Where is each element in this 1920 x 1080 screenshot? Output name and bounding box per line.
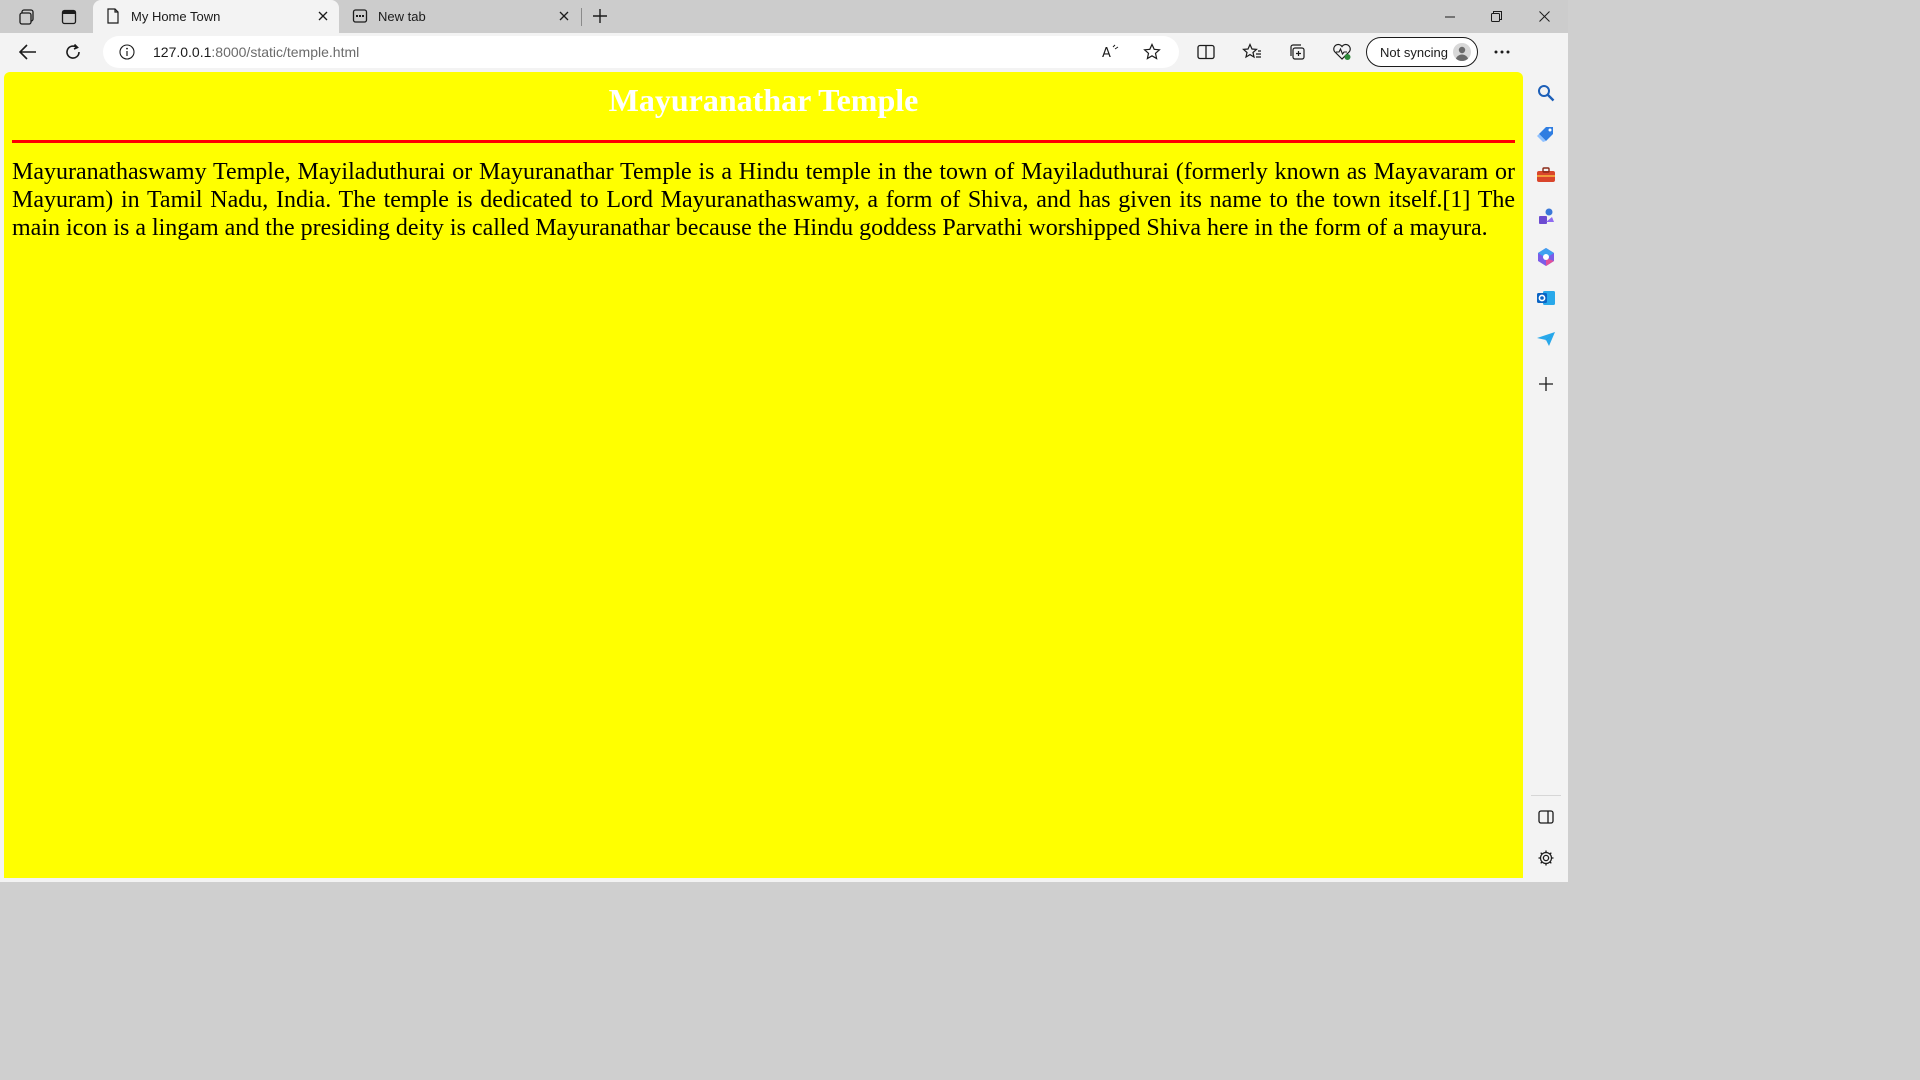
collections-icon[interactable] (1282, 37, 1312, 67)
workspaces-icon[interactable] (12, 3, 42, 30)
avatar-icon (1453, 43, 1471, 61)
profile-sync-button[interactable]: Not syncing (1366, 37, 1478, 67)
close-tab-icon[interactable] (556, 8, 572, 24)
tab-my-home-town[interactable]: My Home Town (93, 0, 339, 33)
new-tab-page-icon (352, 8, 368, 24)
page-title: Mayuranathar Temple (608, 82, 919, 118)
toolbar: 127.0.0.1:8000/static/temple.html A Not … (0, 33, 1568, 71)
tab-title: New tab (378, 9, 426, 24)
close-window-button[interactable] (1521, 0, 1567, 33)
minimize-button[interactable] (1427, 0, 1473, 33)
svg-text:A: A (1102, 46, 1111, 60)
close-tab-icon[interactable] (315, 8, 331, 24)
tools-icon[interactable] (1534, 163, 1558, 187)
refresh-icon[interactable] (58, 37, 88, 67)
send-icon[interactable] (1534, 327, 1558, 351)
tab-title: My Home Town (131, 9, 221, 24)
tab-new-tab[interactable]: New tab (340, 0, 580, 33)
profile-sync-label: Not syncing (1380, 45, 1448, 60)
edge-sidebar (1525, 33, 1568, 882)
read-aloud-icon[interactable]: A (1101, 42, 1121, 62)
sidebar-divider (1531, 795, 1561, 796)
page-viewport: Mayuranathar Temple Mayuranathaswamy Tem… (4, 72, 1523, 878)
url-path: :8000/static/temple.html (211, 44, 360, 60)
settings-icon[interactable] (1534, 846, 1558, 870)
page-icon (105, 8, 121, 24)
new-tab-button[interactable] (588, 4, 612, 28)
browser-essentials-icon[interactable] (1327, 37, 1357, 67)
back-icon[interactable] (13, 37, 43, 67)
add-icon[interactable] (1534, 372, 1558, 396)
favorite-star-icon[interactable] (1142, 42, 1162, 62)
tab-strip: My Home Town New tab (0, 0, 1568, 33)
split-screen-icon[interactable] (1191, 37, 1221, 67)
more-menu-icon[interactable] (1487, 37, 1517, 67)
url-host: 127.0.0.1 (153, 44, 212, 60)
vertical-tabs-icon[interactable] (54, 3, 84, 30)
restore-button[interactable] (1473, 0, 1519, 33)
shopping-icon[interactable] (1534, 122, 1558, 146)
info-icon[interactable] (119, 44, 135, 60)
address-bar[interactable]: 127.0.0.1:8000/static/temple.html A (103, 36, 1179, 68)
games-icon[interactable] (1534, 204, 1558, 228)
temple-description: Mayuranathaswamy Temple, Mayiladuthurai … (12, 159, 1515, 241)
url-text[interactable]: 127.0.0.1:8000/static/temple.html (153, 44, 359, 60)
outlook-icon[interactable] (1534, 286, 1558, 310)
microsoft-365-icon[interactable] (1534, 245, 1558, 269)
horizontal-rule (12, 140, 1515, 143)
sidebar-toggle-icon[interactable] (1534, 805, 1558, 829)
tab-separator (581, 8, 582, 26)
search-icon[interactable] (1534, 81, 1558, 105)
favorites-icon[interactable] (1237, 37, 1267, 67)
browser-window: My Home Town New tab 127.0.0.1:8000/stat… (0, 0, 1568, 882)
